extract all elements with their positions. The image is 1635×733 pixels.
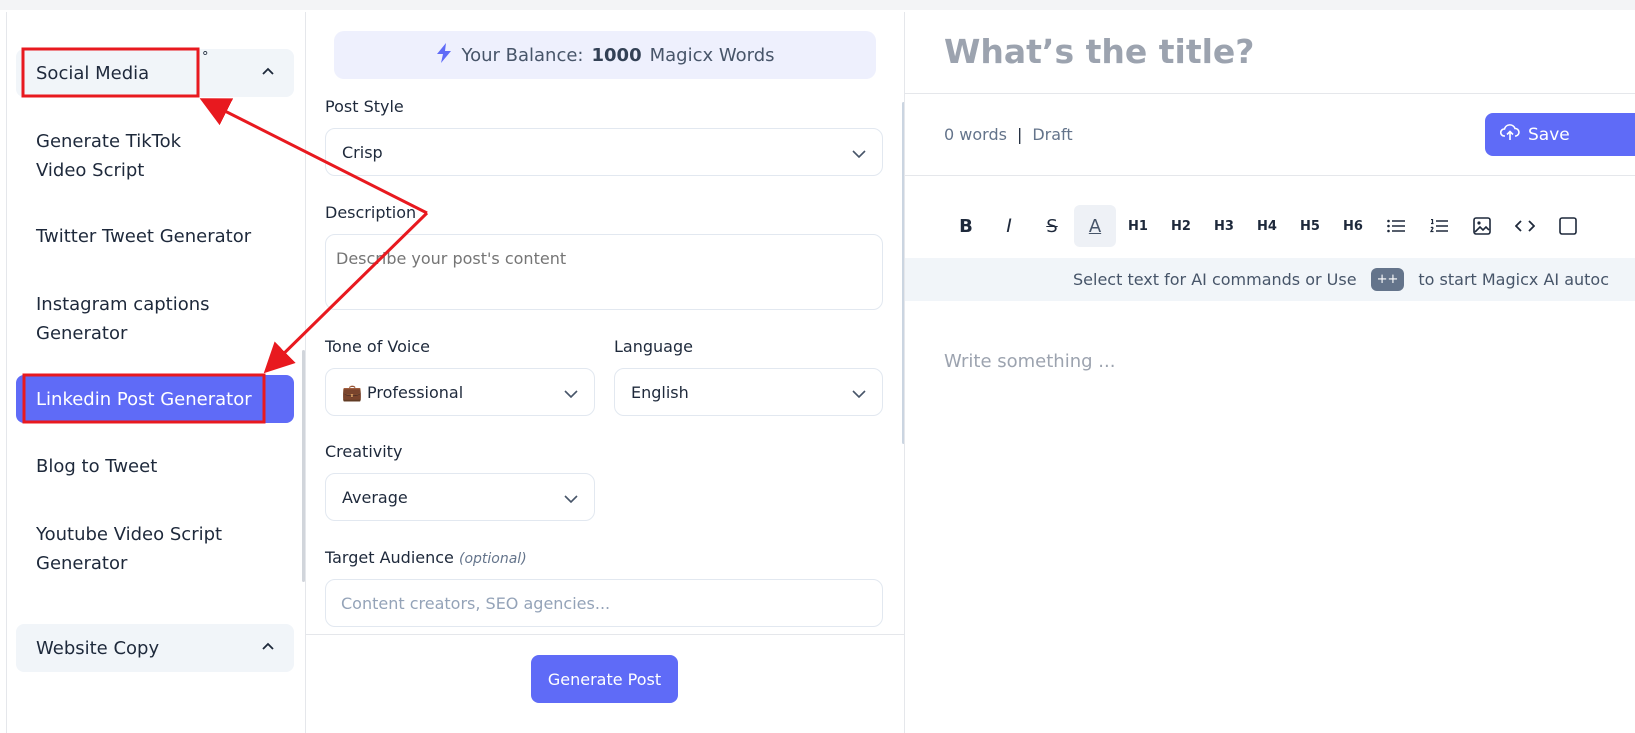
h6-glyph: H6	[1343, 218, 1363, 234]
chevron-down-icon	[852, 143, 866, 162]
save-label: Save	[1528, 124, 1570, 145]
form-footer: Generate Post	[306, 634, 904, 733]
balance-banner: Your Balance: 1000 Magicx Words	[334, 31, 876, 79]
save-button[interactable]: Save	[1485, 113, 1635, 156]
sidebar-item-tiktok-script[interactable]: Generate TikTok Video Script	[16, 127, 256, 185]
strike-glyph: S	[1046, 215, 1058, 237]
embed-icon[interactable]	[1547, 205, 1589, 247]
group-social-media[interactable]: Social Media	[16, 49, 294, 97]
language-value: English	[631, 382, 689, 402]
draft-status: Draft	[1032, 125, 1073, 144]
heading-4-button[interactable]: H4	[1246, 205, 1288, 247]
audience-optional: (optional)	[459, 551, 527, 567]
sidebar-item-twitter-tweet[interactable]: Twitter Tweet Generator	[16, 222, 294, 251]
briefcase-icon: 💼	[342, 382, 362, 402]
sidebar-item-blog-to-tweet[interactable]: Blog to Tweet	[16, 452, 294, 481]
description-label: Description	[325, 203, 417, 222]
sidebar-item-instagram-captions[interactable]: Instagram captions Generator	[16, 290, 256, 348]
balance-amount: 1000	[591, 44, 642, 66]
divider	[905, 93, 1635, 94]
highlight-button[interactable]: A	[1074, 205, 1116, 247]
creativity-label: Creativity	[325, 442, 403, 461]
audience-label-text: Target Audience	[325, 548, 454, 567]
degree-mark: °	[202, 50, 209, 65]
language-label: Language	[614, 337, 693, 356]
editor-toolbar: B I S A H1 H2 H3 H4 H5 H6	[945, 205, 1589, 247]
tone-value: Professional	[367, 382, 464, 402]
hint-left: Select text for AI commands or Use	[1073, 270, 1357, 289]
group-social-media-label: Social Media	[36, 62, 150, 84]
sidebar-item-linkedin-post[interactable]: Linkedin Post Generator	[16, 375, 294, 423]
creativity-value: Average	[342, 487, 408, 507]
italic-glyph: I	[1006, 215, 1012, 237]
group-website-copy-label: Website Copy	[36, 637, 160, 659]
bold-button[interactable]: B	[945, 205, 987, 247]
text-color-glyph: A	[1088, 215, 1102, 237]
h3-glyph: H3	[1214, 218, 1234, 234]
shortcut-key-badge: ++	[1370, 268, 1405, 291]
word-count: 0 words	[944, 125, 1007, 144]
audience-label: Target Audience (optional)	[325, 548, 527, 567]
heading-3-button[interactable]: H3	[1203, 205, 1245, 247]
heading-2-button[interactable]: H2	[1160, 205, 1202, 247]
chevron-down-icon	[852, 383, 866, 402]
h5-glyph: H5	[1300, 218, 1320, 234]
sidebar: Social Media ° Generate TikTok Video Scr…	[6, 12, 306, 733]
h2-glyph: H2	[1171, 218, 1191, 234]
italic-button[interactable]: I	[988, 205, 1030, 247]
post-style-label: Post Style	[325, 97, 404, 116]
editor-meta: 0 words | Draft	[944, 125, 1073, 144]
post-style-value: Crisp	[342, 142, 383, 162]
creativity-select[interactable]: Average	[325, 473, 595, 521]
editor-body[interactable]: Write something ...	[944, 351, 1115, 372]
heading-1-button[interactable]: H1	[1117, 205, 1159, 247]
group-website-copy[interactable]: Website Copy	[16, 624, 294, 672]
image-icon[interactable]	[1461, 205, 1503, 247]
sidebar-item-youtube-script[interactable]: Youtube Video Script Generator	[16, 520, 256, 578]
generate-post-button[interactable]: Generate Post	[531, 655, 678, 703]
strikethrough-button[interactable]: S	[1031, 205, 1073, 247]
lightning-icon	[435, 42, 453, 68]
editor-panel: What’s the title? 0 words | Draft Save B…	[904, 12, 1635, 733]
cloud-upload-icon	[1499, 123, 1520, 146]
hint-right: to start Magicx AI autoc	[1418, 270, 1609, 289]
post-style-select[interactable]: Crisp	[325, 128, 883, 176]
code-icon[interactable]	[1504, 205, 1546, 247]
heading-5-button[interactable]: H5	[1289, 205, 1331, 247]
sidebar-scrollbar[interactable]	[302, 350, 305, 582]
language-select[interactable]: English	[614, 368, 883, 416]
h1-glyph: H1	[1128, 218, 1148, 234]
meta-separator: |	[1016, 125, 1023, 144]
divider	[905, 175, 1635, 176]
description-textarea[interactable]	[325, 234, 883, 310]
chevron-up-icon	[262, 67, 274, 79]
h4-glyph: H4	[1257, 218, 1277, 234]
audience-input[interactable]: Content creators, SEO agencies...	[325, 579, 883, 627]
tone-label: Tone of Voice	[325, 337, 430, 356]
tone-value-wrap: 💼 Professional	[342, 383, 463, 402]
balance-suffix: Magicx Words	[649, 44, 775, 66]
ordered-list-icon[interactable]	[1418, 205, 1460, 247]
bullet-list-icon[interactable]	[1375, 205, 1417, 247]
top-strip	[0, 0, 1635, 10]
bold-glyph: B	[959, 215, 973, 237]
ai-hint-bar: Select text for AI commands or Use ++ to…	[905, 258, 1635, 301]
chevron-down-icon	[564, 383, 578, 402]
balance-prefix: Your Balance:	[461, 44, 584, 66]
chevron-down-icon	[564, 488, 578, 507]
chevron-up-icon	[262, 642, 274, 654]
title-input[interactable]: What’s the title?	[944, 32, 1254, 71]
form-panel: Your Balance: 1000 Magicx Words Post Sty…	[306, 12, 905, 733]
tone-select[interactable]: 💼 Professional	[325, 368, 595, 416]
heading-6-button[interactable]: H6	[1332, 205, 1374, 247]
